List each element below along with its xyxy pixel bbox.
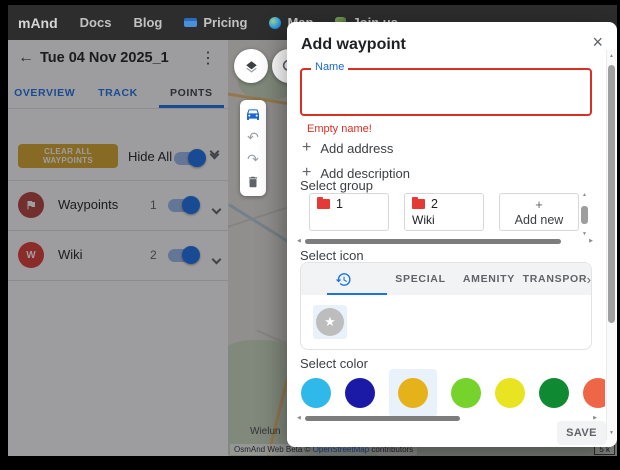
- scroll-up-icon: ▲: [609, 54, 614, 59]
- brand-logo[interactable]: mAnd: [18, 15, 58, 31]
- scroll-down-icon: ▼: [582, 232, 587, 237]
- color-swatch-red[interactable]: [583, 378, 605, 408]
- car-icon: [245, 106, 261, 122]
- color-swatch-amber-selected[interactable]: [389, 369, 437, 417]
- car-mode-button[interactable]: [244, 105, 262, 123]
- select-icon-label: Select icon: [300, 248, 364, 263]
- undo-button[interactable]: ↶: [244, 128, 262, 146]
- save-button[interactable]: SAVE: [557, 421, 606, 445]
- scroll-right-icon: ▶: [589, 239, 593, 244]
- redo-icon: ↷: [247, 152, 259, 166]
- group-card-1[interactable]: 1: [309, 193, 389, 231]
- name-error-text: Empty name!: [307, 123, 372, 135]
- dialog-title: Add waypoint: [301, 36, 406, 54]
- color-swatch-navy[interactable]: [345, 378, 375, 408]
- add-address-button[interactable]: + Add address: [302, 140, 393, 156]
- folder-icon: [317, 199, 330, 209]
- icon-category-tabs: SPECIAL AMENITY TRANSPOR ›: [301, 263, 591, 295]
- close-icon[interactable]: ×: [592, 32, 603, 53]
- pricing-card-icon: [184, 18, 197, 27]
- name-field-label: Name: [311, 61, 348, 73]
- color-swatch-dark-green[interactable]: [539, 378, 569, 408]
- scroll-down-icon: ▼: [609, 431, 614, 436]
- app-frame: mAnd Docs Blog Pricing Map Join us ← Tue…: [0, 0, 620, 470]
- group-card-2[interactable]: 2 Wiki: [404, 193, 484, 231]
- active-tab-underline: [327, 293, 387, 296]
- color-palette: [301, 369, 605, 417]
- edit-toolbar: ↶ ↷: [240, 100, 266, 196]
- selected-icon-cell[interactable]: ★: [313, 305, 347, 339]
- color-swatch-yellow[interactable]: [495, 378, 525, 408]
- color-swatch-cyan[interactable]: [301, 378, 331, 408]
- undo-icon: ↶: [247, 130, 259, 144]
- add-new-group-card[interactable]: + Add new: [499, 193, 579, 231]
- tab-amenity[interactable]: AMENITY: [455, 273, 522, 285]
- scroll-left-icon: ◀: [297, 416, 301, 421]
- tabs-overflow-icon[interactable]: ›: [585, 272, 591, 287]
- tab-special[interactable]: SPECIAL: [386, 273, 455, 285]
- globe-icon: [269, 17, 281, 29]
- scroll-up-icon: ▲: [582, 193, 587, 198]
- trash-icon: [246, 175, 260, 189]
- plus-icon: +: [507, 197, 571, 212]
- tab-transport[interactable]: TRANSPOR: [523, 273, 585, 285]
- nav-item-docs[interactable]: Docs: [80, 15, 112, 30]
- group-list-horizontal-scrollbar[interactable]: ◀ ▶: [297, 238, 593, 245]
- dialog-vertical-scrollbar[interactable]: ▲ ▼: [606, 50, 616, 440]
- select-group-label: Select group: [300, 178, 373, 193]
- name-input[interactable]: [300, 68, 592, 116]
- delete-button[interactable]: [244, 173, 262, 191]
- history-icon: [335, 271, 352, 288]
- nav-item-pricing[interactable]: Pricing: [184, 15, 247, 30]
- group-cards: 1 2 Wiki + Add new: [309, 193, 579, 231]
- nav-item-blog[interactable]: Blog: [133, 15, 162, 30]
- layers-icon: [243, 58, 260, 75]
- color-horizontal-scrollbar[interactable]: ◀ ▶: [297, 415, 597, 422]
- layers-button[interactable]: [234, 49, 268, 83]
- group-list-vertical-scrollbar[interactable]: ▲ ▼: [580, 193, 589, 237]
- add-waypoint-dialog: Add waypoint × Name Empty name! + Add ad…: [287, 22, 617, 447]
- icon-picker-panel: SPECIAL AMENITY TRANSPOR › ★: [300, 262, 592, 350]
- redo-button[interactable]: ↷: [244, 150, 262, 168]
- plus-icon: +: [302, 140, 311, 156]
- color-swatch-light-green[interactable]: [451, 378, 481, 408]
- scroll-left-icon: ◀: [297, 239, 301, 244]
- tab-history[interactable]: [301, 271, 386, 288]
- folder-icon: [412, 199, 425, 209]
- star-icon: ★: [316, 308, 344, 336]
